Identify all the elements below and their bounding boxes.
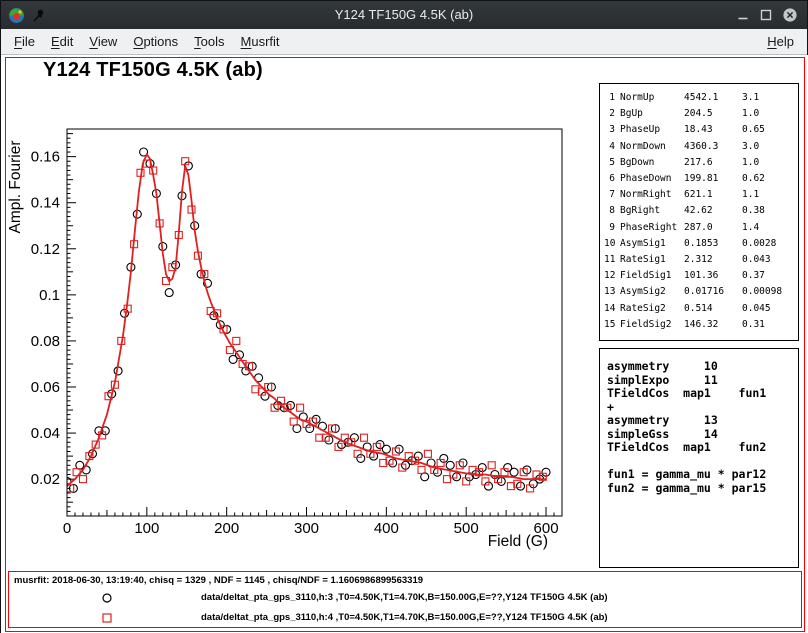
y-axis-title: Ampl. Fourier <box>7 140 24 233</box>
theory-line: fun2 = gamma_mu * par15 <box>607 482 798 496</box>
legend-circle-icon <box>101 591 113 609</box>
menubar-left: FileEditViewOptionsToolsMusrfit <box>6 29 288 54</box>
theory-pad[interactable]: asymmetry 10simplExpo 11TFieldCos map1 f… <box>599 348 799 568</box>
menu-tools[interactable]: Tools <box>186 29 232 54</box>
param-row: 14RateSig20.5140.045 <box>604 301 798 317</box>
param-row: 6PhaseDown199.810.62 <box>604 171 798 187</box>
theory-line: asymmetry 13 <box>607 414 798 428</box>
param-row: 3PhaseUp18.430.65 <box>604 122 798 138</box>
svg-text:0.06: 0.06 <box>31 379 60 396</box>
menu-help[interactable]: Help <box>759 29 802 54</box>
window-controls <box>736 1 798 29</box>
param-row: 7NormRight621.11.1 <box>604 187 798 203</box>
titlebar-icons <box>8 1 46 29</box>
svg-text:0.14: 0.14 <box>31 195 60 212</box>
theory-line: TFieldCos map1 fun2 <box>607 441 798 455</box>
theory-line <box>607 455 798 469</box>
maximize-button[interactable] <box>759 8 773 22</box>
info-pad[interactable]: musrfit: 2018-06-30, 13:19:40, chisq = 1… <box>8 571 802 628</box>
plot-frame <box>67 129 562 516</box>
parameter-pad[interactable]: 1NormUp4542.13.12BgUp204.51.03PhaseUp18.… <box>599 83 799 341</box>
svg-text:0: 0 <box>63 520 71 537</box>
theory-line: asymmetry 10 <box>607 360 798 374</box>
x-axis-title: Field (G) <box>488 533 548 550</box>
param-row: 4NormDown4360.33.0 <box>604 139 798 155</box>
menubar: FileEditViewOptionsToolsMusrfit Help <box>1 29 807 55</box>
fit-stats: musrfit: 2018-06-30, 13:19:40, chisq = 1… <box>14 575 423 586</box>
theory-line: + <box>607 401 798 415</box>
svg-text:300: 300 <box>294 520 319 537</box>
param-row: 13AsymSig20.017160.00098 <box>604 284 798 300</box>
param-row: 12FieldSig1101.360.37 <box>604 268 798 284</box>
svg-text:0.02: 0.02 <box>31 471 60 488</box>
menubar-right: Help <box>759 29 802 54</box>
svg-text:0.16: 0.16 <box>31 149 60 166</box>
svg-text:200: 200 <box>214 520 239 537</box>
menu-edit[interactable]: Edit <box>43 29 81 54</box>
menu-view[interactable]: View <box>81 29 125 54</box>
param-row: 15FieldSig2146.320.31 <box>604 317 798 333</box>
menu-options[interactable]: Options <box>125 29 186 54</box>
legend-square-icon <box>101 611 113 629</box>
menu-musrfit[interactable]: Musrfit <box>233 29 288 54</box>
theory-line: TFieldCos map1 fun1 <box>607 387 798 401</box>
svg-text:400: 400 <box>374 520 399 537</box>
svg-text:100: 100 <box>134 520 159 537</box>
theory-line: simplExpo 11 <box>607 374 798 388</box>
theory-line: simpleGss 14 <box>607 428 798 442</box>
titlebar: Y124 TF150G 4.5K (ab) <box>1 1 807 29</box>
musrview-window: Y124 TF150G 4.5K (ab) FileEditViewOption… <box>0 0 808 633</box>
legend-label: data/deltat_pta_gps_3110,h:3 ,T0=4.50K,T… <box>201 592 608 603</box>
window-title: Y124 TF150G 4.5K (ab) <box>111 1 697 29</box>
svg-text:0.1: 0.1 <box>39 287 60 304</box>
pin-icon[interactable] <box>31 8 46 23</box>
param-row: 8BgRight42.620.38 <box>604 203 798 219</box>
minimize-button[interactable] <box>736 8 750 22</box>
close-button[interactable] <box>782 7 798 23</box>
parameter-list: 1NormUp4542.13.12BgUp204.51.03PhaseUp18.… <box>604 90 798 333</box>
menu-file[interactable]: File <box>6 29 43 54</box>
fit-curve <box>67 154 546 486</box>
param-row: 9PhaseRight287.01.4 <box>604 220 798 236</box>
param-row: 10AsymSig10.18530.0028 <box>604 236 798 252</box>
param-row: 11RateSig12.3120.043 <box>604 252 798 268</box>
app-icon[interactable] <box>8 7 25 24</box>
param-row: 2BgUp204.51.0 <box>604 106 798 122</box>
svg-text:0.12: 0.12 <box>31 241 60 258</box>
param-row: 5BgDown217.61.0 <box>604 155 798 171</box>
legend-label: data/deltat_pta_gps_3110,h:4 ,T0=4.50K,T… <box>201 612 608 623</box>
theory-line: fun1 = gamma_mu * par12 <box>607 468 798 482</box>
svg-text:0.04: 0.04 <box>31 425 60 442</box>
legend-row: data/deltat_pta_gps_3110,h:4 ,T0=4.50K,T… <box>9 608 801 628</box>
main-plot-pad[interactable]: 01002003004005006000.020.040.060.080.10.… <box>3 57 595 571</box>
svg-text:500: 500 <box>454 520 479 537</box>
param-row: 1NormUp4542.13.1 <box>604 90 798 106</box>
root-canvas: Y124 TF150G 4.5K (ab) 010020030040050060… <box>1 55 808 633</box>
svg-text:0.08: 0.08 <box>31 333 60 350</box>
legend-row: data/deltat_pta_gps_3110,h:3 ,T0=4.50K,T… <box>9 588 801 608</box>
